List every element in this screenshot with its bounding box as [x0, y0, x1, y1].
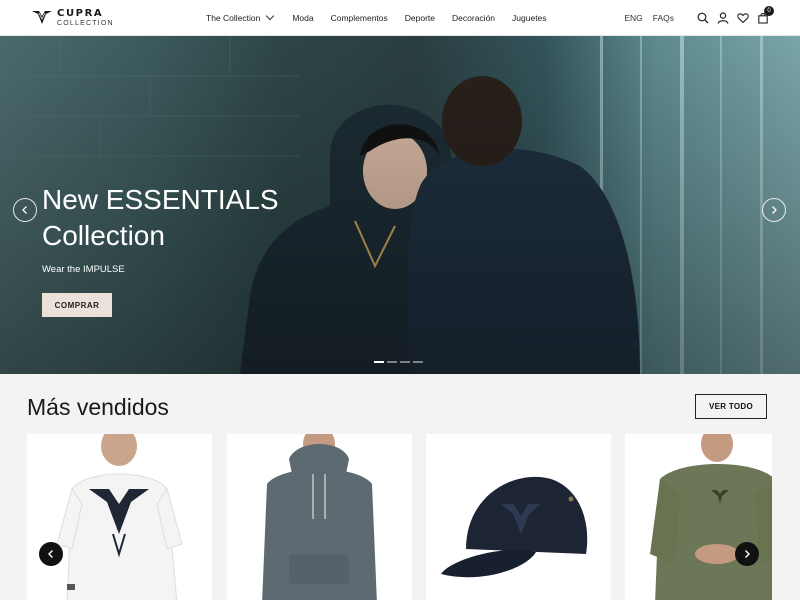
- search-icon[interactable]: [696, 11, 710, 25]
- shop-now-button[interactable]: COMPRAR: [42, 293, 112, 317]
- cart-count-badge: 0: [764, 6, 774, 16]
- slide-dot[interactable]: [413, 361, 423, 363]
- nav-item-deporte[interactable]: Deporte: [405, 13, 435, 23]
- nav-label: Moda: [292, 13, 314, 23]
- hero-title-line1: New ESSENTIALS: [42, 184, 279, 215]
- chevron-down-icon: [266, 11, 275, 21]
- language-switch[interactable]: ENG: [624, 13, 642, 23]
- main-nav: The Collection Moda Complementos Deporte…: [206, 0, 547, 36]
- product-image-olive-sweatshirt: [650, 434, 772, 600]
- product-image-navy-cap: [441, 476, 588, 578]
- nav-label: Deporte: [404, 13, 436, 23]
- hero-title: New ESSENTIALS Collection: [42, 182, 279, 254]
- chevron-right-icon: [745, 550, 750, 558]
- nav-item-complementos[interactable]: Complementos: [331, 13, 388, 23]
- hero-prev-button[interactable]: [13, 198, 37, 222]
- site-header: CUPRA COLLECTION The Collection Moda Com…: [0, 0, 800, 36]
- account-icon[interactable]: [716, 11, 730, 25]
- nav-item-moda[interactable]: Moda: [292, 13, 313, 23]
- wishlist-heart-icon[interactable]: [736, 11, 750, 25]
- nav-label: Juguetes: [512, 13, 547, 23]
- hero-title-line2: Collection: [42, 220, 165, 251]
- chevron-right-icon: [772, 206, 777, 214]
- nav-label: Decoración: [452, 13, 496, 23]
- slide-dot[interactable]: [374, 361, 384, 363]
- slide-dot[interactable]: [400, 361, 410, 363]
- logo-word: CUPRA: [57, 8, 104, 19]
- nav-item-the-collection[interactable]: The Collection: [206, 11, 275, 23]
- nav-label: The Collection: [206, 13, 261, 23]
- product-image-grey-hoodie: [262, 434, 377, 600]
- cupra-collection-logo[interactable]: CUPRA COLLECTION: [32, 9, 114, 27]
- cart-bag-icon[interactable]: 0: [756, 6, 774, 25]
- product-card[interactable]: [426, 434, 611, 600]
- product-card[interactable]: [227, 434, 412, 600]
- product-card[interactable]: [625, 434, 772, 600]
- hero-subtitle: Wear the IMPULSE: [42, 264, 125, 275]
- product-card[interactable]: [27, 434, 212, 600]
- carousel-prev-button[interactable]: [39, 542, 63, 566]
- faqs-link[interactable]: FAQs: [653, 13, 674, 23]
- hero-banner[interactable]: New ESSENTIALS Collection Wear the IMPUL…: [0, 36, 800, 374]
- product-carousel: [27, 434, 772, 600]
- nav-label: Complementos: [330, 13, 388, 23]
- carousel-next-button[interactable]: [735, 542, 759, 566]
- slide-dot[interactable]: [387, 361, 397, 363]
- logo-sub: COLLECTION: [57, 20, 114, 27]
- nav-item-juguetes[interactable]: Juguetes: [512, 13, 547, 23]
- product-image-white-tshirt: [56, 434, 183, 600]
- slide-indicators: [374, 361, 423, 363]
- cupra-logo-icon: [32, 11, 52, 24]
- see-all-button[interactable]: VER TODO: [695, 394, 767, 419]
- best-sellers-title: Más vendidos: [27, 394, 169, 420]
- nav-item-decoracion[interactable]: Decoración: [452, 13, 495, 23]
- utility-nav: ENG FAQs 0: [624, 0, 774, 36]
- chevron-left-icon: [22, 206, 27, 214]
- hero-next-button[interactable]: [762, 198, 786, 222]
- chevron-left-icon: [48, 550, 53, 558]
